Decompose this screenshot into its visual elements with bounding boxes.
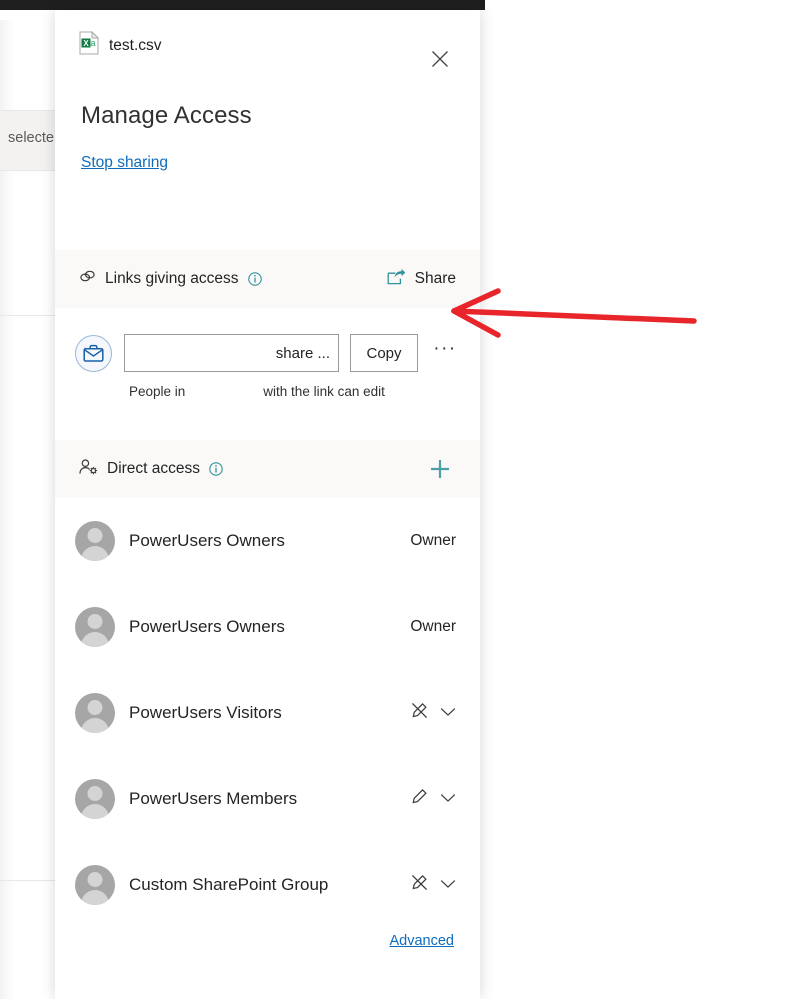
panel-header: X a test.csv xyxy=(55,10,480,82)
advanced-link-wrap: Advanced xyxy=(390,932,455,950)
person-role: Owner xyxy=(410,532,456,549)
direct-access-title: Direct access xyxy=(107,460,201,477)
background-divider xyxy=(0,170,55,171)
share-link-input[interactable]: share ... xyxy=(124,334,339,372)
sharing-link-controls: share ... Copy ··· xyxy=(75,308,460,372)
close-icon[interactable] xyxy=(424,43,456,75)
avatar xyxy=(75,779,115,819)
share-button[interactable]: Share xyxy=(387,268,456,290)
copy-link-button[interactable]: Copy xyxy=(350,334,418,372)
avatar xyxy=(75,865,115,905)
list-item[interactable]: Custom SharePoint Group xyxy=(55,842,480,928)
info-icon[interactable] xyxy=(247,272,262,286)
list-item[interactable]: PowerUsers Members xyxy=(55,756,480,842)
stop-sharing-link[interactable]: Stop sharing xyxy=(81,154,168,172)
pencil-icon xyxy=(411,788,428,810)
list-item[interactable]: PowerUsers Owners Owner xyxy=(55,584,480,670)
pencil-slash-icon xyxy=(411,874,428,896)
link-description-suffix: with the link can edit xyxy=(263,384,385,399)
share-label: Share xyxy=(414,270,456,287)
person-name: PowerUsers Visitors xyxy=(129,703,282,722)
chevron-down-icon xyxy=(440,876,456,894)
person-role: Owner xyxy=(410,618,456,635)
links-section-title: Links giving access xyxy=(105,270,239,287)
plus-icon xyxy=(431,460,449,478)
sharing-link-row: share ... Copy ··· People in with the li… xyxy=(55,308,480,428)
briefcase-icon xyxy=(75,334,112,372)
permission-control[interactable] xyxy=(411,702,456,724)
file-chip: X a test.csv xyxy=(79,30,162,60)
add-people-button[interactable] xyxy=(424,453,456,485)
avatar xyxy=(75,521,115,561)
link-more-options-icon[interactable]: ··· xyxy=(430,334,460,372)
excel-csv-file-icon: X a xyxy=(79,30,100,60)
manage-access-panel: X a test.csv Manage Access Stop sharing xyxy=(55,10,480,999)
background-divider xyxy=(0,315,55,316)
permission-control[interactable] xyxy=(411,788,456,810)
avatar xyxy=(75,693,115,733)
chevron-down-icon xyxy=(440,790,456,808)
share-arrow-icon xyxy=(387,268,406,290)
direct-access-list: PowerUsers Owners Owner PowerUsers Owner… xyxy=(55,498,480,928)
person-name: PowerUsers Owners xyxy=(129,531,285,550)
annotation-arrow xyxy=(440,288,710,353)
background-divider xyxy=(0,880,55,881)
person-name: Custom SharePoint Group xyxy=(129,875,329,894)
background-divider xyxy=(0,110,55,111)
permission-control[interactable] xyxy=(411,874,456,896)
links-header-left: Links giving access xyxy=(79,269,262,289)
sharing-link-description: People in with the link can edit xyxy=(75,372,460,399)
chevron-down-icon xyxy=(440,704,456,722)
person-settings-icon xyxy=(79,458,98,480)
background-top-bar xyxy=(0,0,485,10)
screen-root: selecte X a test.csv Manage Access Stop … xyxy=(0,0,787,999)
info-icon[interactable] xyxy=(209,462,223,476)
list-item[interactable]: PowerUsers Visitors xyxy=(55,670,480,756)
person-name: PowerUsers Members xyxy=(129,789,298,808)
svg-text:X: X xyxy=(83,39,89,48)
svg-text:a: a xyxy=(90,38,95,48)
direct-access-header: Direct access xyxy=(55,440,480,498)
chain-link-icon xyxy=(79,269,96,289)
page-title: Manage Access xyxy=(81,102,252,129)
person-name: PowerUsers Owners xyxy=(129,617,285,636)
list-item[interactable]: PowerUsers Owners Owner xyxy=(55,498,480,584)
links-giving-access-header: Links giving access Share xyxy=(55,250,480,308)
advanced-link[interactable]: Advanced xyxy=(390,933,455,949)
direct-access-header-left: Direct access xyxy=(79,458,223,480)
link-description-prefix: People in xyxy=(129,384,186,399)
pencil-slash-icon xyxy=(411,702,428,724)
avatar xyxy=(75,607,115,647)
file-name: test.csv xyxy=(109,36,162,54)
